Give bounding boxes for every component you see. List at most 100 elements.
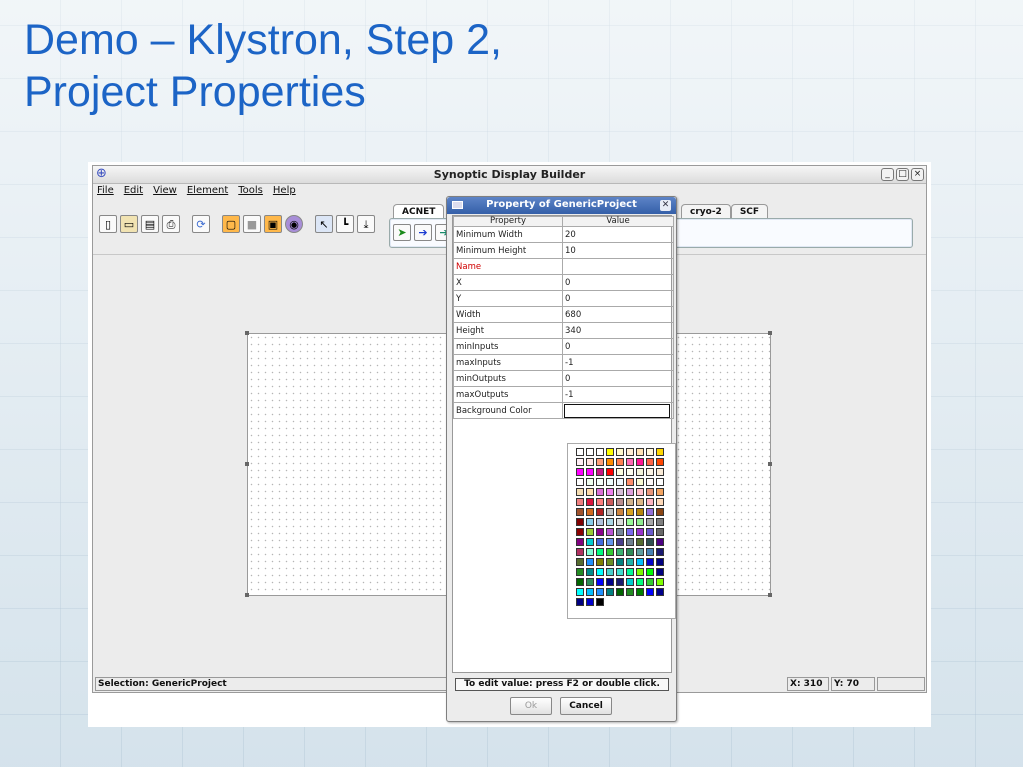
resize-handle-tr[interactable]: [768, 331, 772, 335]
color-swatch[interactable]: [576, 448, 584, 456]
color-swatch[interactable]: [606, 568, 614, 576]
color-swatch[interactable]: [636, 578, 644, 586]
table-row[interactable]: X0: [453, 274, 674, 291]
color-swatch[interactable]: [656, 518, 664, 526]
color-swatch[interactable]: [656, 588, 664, 596]
blue-arrow-icon[interactable]: ➔: [414, 224, 432, 241]
color-swatch[interactable]: [646, 518, 654, 526]
color-swatch[interactable]: [656, 448, 664, 456]
color-swatch[interactable]: [616, 468, 624, 476]
color-swatch[interactable]: [596, 498, 604, 506]
color-swatch[interactable]: [626, 548, 634, 556]
color-swatch[interactable]: [596, 478, 604, 486]
print-icon[interactable]: ⎙: [162, 215, 180, 233]
color-swatch[interactable]: [636, 468, 644, 476]
property-value[interactable]: [562, 402, 674, 419]
color-swatch[interactable]: [596, 588, 604, 596]
table-row[interactable]: Y0: [453, 290, 674, 307]
color-swatch[interactable]: [636, 518, 644, 526]
color-swatch[interactable]: [586, 528, 594, 536]
color-swatch[interactable]: [616, 448, 624, 456]
color-swatch[interactable]: [626, 488, 634, 496]
color-swatch[interactable]: [626, 478, 634, 486]
color-swatch[interactable]: [596, 518, 604, 526]
color-swatch[interactable]: [616, 458, 624, 466]
color-swatch[interactable]: [606, 468, 614, 476]
color-swatch[interactable]: [606, 478, 614, 486]
color-swatch[interactable]: [636, 488, 644, 496]
color-swatch[interactable]: [636, 508, 644, 516]
close-icon[interactable]: ✕: [660, 200, 671, 211]
resize-handle-br[interactable]: [768, 593, 772, 597]
window-titlebar[interactable]: ⊕ Synoptic Display Builder _ □ ×: [93, 166, 926, 184]
color-swatch[interactable]: [656, 468, 664, 476]
color-swatch[interactable]: [606, 588, 614, 596]
background-color-field[interactable]: [564, 403, 670, 418]
arrow-select-icon[interactable]: ↖: [315, 215, 333, 233]
color-swatch[interactable]: [606, 458, 614, 466]
table-row[interactable]: Background Color: [453, 402, 674, 419]
color-swatch[interactable]: [616, 568, 624, 576]
color-swatch[interactable]: [586, 548, 594, 556]
color-swatch[interactable]: [616, 518, 624, 526]
color-swatch[interactable]: [586, 568, 594, 576]
color-swatch[interactable]: [586, 498, 594, 506]
minimize-button[interactable]: _: [881, 168, 894, 181]
menu-view[interactable]: View: [153, 185, 177, 201]
color-swatch[interactable]: [626, 558, 634, 566]
color-swatch[interactable]: [596, 558, 604, 566]
color-swatch[interactable]: [596, 448, 604, 456]
color-swatch[interactable]: [576, 558, 584, 566]
close-button[interactable]: ×: [911, 168, 924, 181]
save-icon[interactable]: ▤: [141, 215, 159, 233]
resize-handle-bl[interactable]: [245, 593, 249, 597]
tab-acnet[interactable]: ACNET: [393, 204, 445, 219]
property-value[interactable]: 0: [562, 338, 674, 355]
color-swatch[interactable]: [646, 508, 654, 516]
color-swatch[interactable]: [646, 548, 654, 556]
color-swatch[interactable]: [616, 548, 624, 556]
color-swatch[interactable]: [586, 518, 594, 526]
color-swatch[interactable]: [656, 538, 664, 546]
color-swatch[interactable]: [646, 568, 654, 576]
color-swatch[interactable]: [586, 478, 594, 486]
color-swatch[interactable]: [646, 468, 654, 476]
property-value[interactable]: -1: [562, 354, 674, 371]
color-swatch[interactable]: [636, 558, 644, 566]
tab-scf[interactable]: SCF: [730, 204, 769, 219]
table-row[interactable]: maxInputs -1: [453, 354, 674, 371]
color-swatch[interactable]: [586, 508, 594, 516]
color-swatch[interactable]: [626, 518, 634, 526]
color-swatch[interactable]: [626, 468, 634, 476]
color-swatch[interactable]: [606, 528, 614, 536]
color-swatch[interactable]: [596, 458, 604, 466]
color-swatch[interactable]: [636, 548, 644, 556]
color-swatch[interactable]: [606, 578, 614, 586]
color-swatch[interactable]: [586, 578, 594, 586]
table-row[interactable]: Width 680: [453, 306, 674, 323]
table-row[interactable]: Name: [453, 258, 674, 275]
table-row[interactable]: Minimum Height 10: [453, 242, 674, 259]
color-swatch[interactable]: [576, 458, 584, 466]
color-swatch[interactable]: [626, 578, 634, 586]
color-swatch[interactable]: [646, 448, 654, 456]
color-swatch[interactable]: [656, 458, 664, 466]
property-value[interactable]: 0: [562, 274, 674, 291]
table-row[interactable]: Minimum Width 20: [453, 226, 674, 243]
color-swatch[interactable]: [646, 578, 654, 586]
color-swatch[interactable]: [646, 558, 654, 566]
table-row[interactable]: maxOutputs -1: [453, 386, 674, 403]
color-swatch[interactable]: [606, 518, 614, 526]
color-swatch[interactable]: [636, 478, 644, 486]
menu-help[interactable]: Help: [273, 185, 296, 201]
dialog-titlebar[interactable]: Property of GenericProject ✕: [447, 197, 676, 214]
color-swatch[interactable]: [646, 488, 654, 496]
menu-tools[interactable]: Tools: [238, 185, 263, 201]
camera-icon[interactable]: ■: [243, 215, 261, 233]
color-swatch[interactable]: [626, 528, 634, 536]
globe-icon[interactable]: ◉: [285, 215, 303, 233]
property-value[interactable]: 10: [562, 242, 674, 259]
property-value[interactable]: 680: [562, 306, 674, 323]
color-swatch[interactable]: [616, 498, 624, 506]
color-swatch[interactable]: [576, 538, 584, 546]
